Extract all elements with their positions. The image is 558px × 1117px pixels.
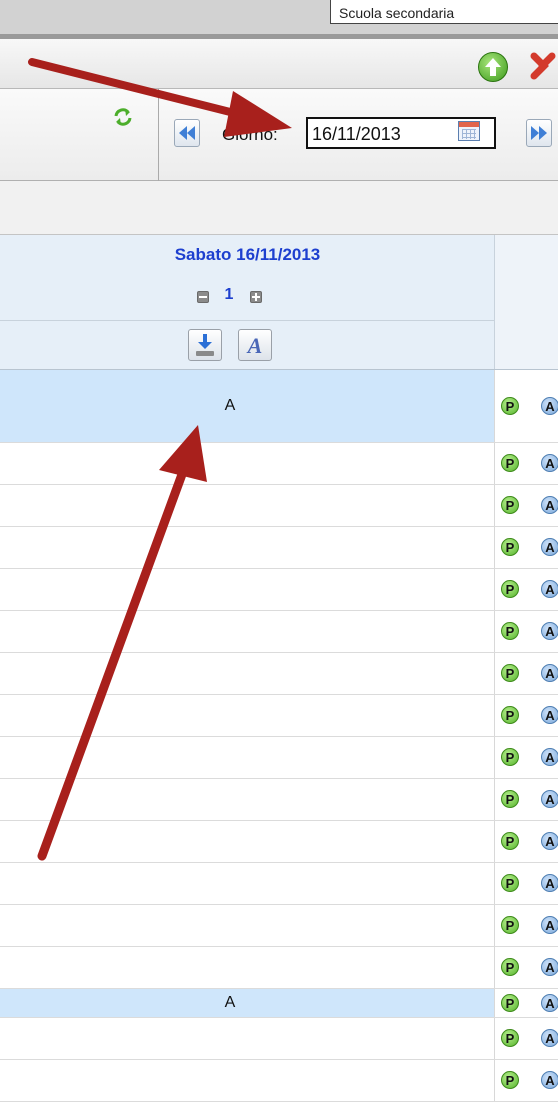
- present-badge-icon[interactable]: P: [501, 832, 519, 850]
- count-value: 1: [224, 286, 234, 303]
- present-badge-icon[interactable]: P: [501, 580, 519, 598]
- school-name-field[interactable]: Scuola secondaria: [330, 0, 558, 24]
- present-badge-icon[interactable]: P: [501, 397, 519, 415]
- absent-badge-icon[interactable]: A: [541, 958, 558, 976]
- top-strip: Scuola secondaria: [0, 0, 558, 34]
- download-button[interactable]: [188, 329, 222, 361]
- attendance-mark: A: [224, 397, 236, 414]
- day-cell[interactable]: [0, 779, 495, 820]
- day-cell[interactable]: [0, 863, 495, 904]
- plus-icon-v: [255, 293, 257, 301]
- absent-badge-icon[interactable]: A: [541, 454, 558, 472]
- present-badge-icon[interactable]: P: [501, 994, 519, 1012]
- day-cell[interactable]: [0, 1018, 495, 1059]
- present-badge-icon[interactable]: P: [501, 496, 519, 514]
- day-cell[interactable]: [0, 611, 495, 652]
- calendar-icon[interactable]: [458, 121, 480, 141]
- day-cell[interactable]: [0, 485, 495, 526]
- absent-badge-icon[interactable]: A: [541, 397, 558, 415]
- double-left-arrow-icon: [179, 126, 195, 140]
- absent-badge-icon[interactable]: A: [541, 832, 558, 850]
- toolbar-top: [0, 39, 558, 89]
- absent-badge-icon[interactable]: A: [541, 1029, 558, 1047]
- refresh-icon[interactable]: [112, 106, 134, 128]
- absent-badge-icon[interactable]: A: [541, 538, 558, 556]
- increase-count-button[interactable]: [250, 291, 262, 303]
- day-cell[interactable]: [0, 443, 495, 484]
- absent-badge-icon[interactable]: A: [541, 580, 558, 598]
- font-style-button[interactable]: A: [238, 329, 272, 361]
- table-row: PA: [0, 485, 558, 527]
- present-badge-icon[interactable]: P: [501, 706, 519, 724]
- attendance-mark: A: [224, 994, 236, 1011]
- day-column-title: Sabato 16/11/2013: [174, 245, 321, 264]
- table-row: PA: [0, 443, 558, 485]
- present-badge-icon[interactable]: P: [501, 1071, 519, 1089]
- calendar-icon-grid: [462, 129, 476, 139]
- absent-badge-icon[interactable]: A: [541, 916, 558, 934]
- present-badge-icon[interactable]: P: [501, 958, 519, 976]
- present-badge-icon[interactable]: P: [501, 874, 519, 892]
- absent-badge-icon[interactable]: A: [541, 790, 558, 808]
- present-badge-icon[interactable]: P: [501, 748, 519, 766]
- present-badge-icon[interactable]: P: [501, 454, 519, 472]
- absent-badge-icon[interactable]: A: [541, 748, 558, 766]
- giorno-label: Giorno:: [222, 125, 278, 144]
- present-badge-icon[interactable]: P: [501, 664, 519, 682]
- close-button[interactable]: [530, 48, 558, 82]
- present-badge-icon[interactable]: P: [501, 916, 519, 934]
- day-cell[interactable]: [0, 821, 495, 862]
- double-right-arrow-icon: [531, 126, 547, 140]
- green-up-arrow-icon: [485, 58, 501, 76]
- table-row: PA: [0, 779, 558, 821]
- present-badge-icon[interactable]: P: [501, 1029, 519, 1047]
- day-cell[interactable]: [0, 1060, 495, 1101]
- toolbar-empty-band: [0, 181, 558, 235]
- day-cell[interactable]: [0, 569, 495, 610]
- table-row: PA: [0, 569, 558, 611]
- day-cell[interactable]: [0, 695, 495, 736]
- table-row: PA: [0, 737, 558, 779]
- day-cell[interactable]: [0, 527, 495, 568]
- next-column-header: [495, 235, 558, 370]
- table-row: PA: [0, 611, 558, 653]
- absent-badge-icon[interactable]: A: [541, 496, 558, 514]
- next-day-button[interactable]: [526, 119, 552, 147]
- red-x-icon: [530, 52, 556, 80]
- absent-badge-icon[interactable]: A: [541, 1071, 558, 1089]
- day-cell[interactable]: [0, 947, 495, 988]
- present-badge-icon[interactable]: P: [501, 538, 519, 556]
- calendar-icon-header: [459, 122, 479, 127]
- table-row: PA: [0, 653, 558, 695]
- absent-badge-icon[interactable]: A: [541, 622, 558, 640]
- table-row: PA: [0, 821, 558, 863]
- day-cell[interactable]: [0, 737, 495, 778]
- day-cell[interactable]: [0, 905, 495, 946]
- font-italic-A-icon: A: [247, 333, 263, 358]
- table-row: PA: [0, 1018, 558, 1060]
- previous-day-button[interactable]: [174, 119, 200, 147]
- table-row: PA: [0, 527, 558, 569]
- table-row: PA: [0, 1060, 558, 1102]
- go-up-button[interactable]: [478, 52, 508, 82]
- absent-badge-icon[interactable]: A: [541, 706, 558, 724]
- present-badge-icon[interactable]: P: [501, 790, 519, 808]
- absent-badge-icon[interactable]: A: [541, 664, 558, 682]
- decrease-count-button[interactable]: [197, 291, 209, 303]
- day-cell[interactable]: [0, 653, 495, 694]
- table-row: PA: [0, 905, 558, 947]
- toolbar-divider: [158, 89, 159, 181]
- table-row: PA: [0, 695, 558, 737]
- table-row: APA: [0, 370, 558, 443]
- minus-icon: [199, 296, 207, 298]
- present-badge-icon[interactable]: P: [501, 622, 519, 640]
- table-row: PA: [0, 863, 558, 905]
- absent-badge-icon[interactable]: A: [541, 874, 558, 892]
- header-divider: [0, 320, 495, 321]
- table-row: PA: [0, 947, 558, 989]
- table-row: APA: [0, 989, 558, 1018]
- download-icon: [196, 334, 214, 356]
- absent-badge-icon[interactable]: A: [541, 994, 558, 1012]
